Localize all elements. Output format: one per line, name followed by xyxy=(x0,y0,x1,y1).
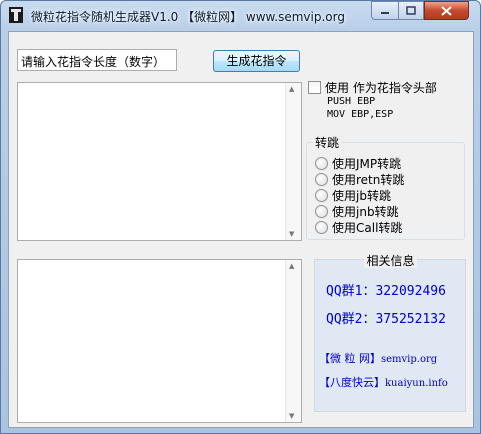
jump-group-label: 转跳 xyxy=(313,134,342,151)
secondary-textarea[interactable]: ▲ ▼ xyxy=(17,259,302,423)
output-scrollbar[interactable]: ▲ ▼ xyxy=(285,83,301,240)
jump-radio-call[interactable]: 使用Call转跳 xyxy=(315,219,402,236)
main-window: 微粒花指令随机生成器V1.0 【微粒网】 www.semvip.org 请输入花… xyxy=(0,0,481,434)
scroll-down-arrow-icon[interactable]: ▼ xyxy=(289,230,294,238)
maximize-button[interactable] xyxy=(398,1,424,20)
radio-label: 使用JMP转跳 xyxy=(332,157,402,171)
jump-radio-retn[interactable]: 使用retn转跳 xyxy=(315,171,404,188)
generate-button[interactable]: 生成花指令 xyxy=(213,50,300,72)
link-tag: 【八度快云】 xyxy=(319,376,385,389)
radio-button[interactable] xyxy=(315,205,328,218)
link-tag: 【微 粒 网】 xyxy=(319,352,381,365)
window-title: 微粒花指令随机生成器V1.0 【微粒网】 www.semvip.org xyxy=(31,10,345,24)
minimize-button[interactable] xyxy=(371,1,398,20)
semvip-link[interactable]: 【微 粒 网】semvip.org xyxy=(319,350,437,366)
jump-radio-jmp[interactable]: 使用JMP转跳 xyxy=(315,155,401,172)
secondary-scrollbar[interactable]: ▲ ▼ xyxy=(285,260,301,422)
code-line: MOV EBP,ESP xyxy=(327,109,394,120)
radio-label: 使用jnb转跳 xyxy=(332,205,399,219)
head-checkbox[interactable] xyxy=(308,81,321,94)
client-area: 请输入花指令长度（数字） 生成花指令 ▲ ▼ 使用 作为花指令头部 PUSH E… xyxy=(8,31,474,428)
app-icon xyxy=(9,7,23,23)
scroll-up-arrow-icon[interactable]: ▲ xyxy=(289,262,294,270)
code-line: PUSH EBP xyxy=(327,96,376,107)
link-site: kuaiyun.info xyxy=(385,378,448,389)
jump-radio-jnb[interactable]: 使用jnb转跳 xyxy=(315,203,399,220)
kuaiyun-link[interactable]: 【八度快云】kuaiyun.info xyxy=(319,374,448,390)
head-option[interactable]: 使用 作为花指令头部 xyxy=(308,79,437,96)
close-button[interactable] xyxy=(424,1,469,20)
radio-button[interactable] xyxy=(315,189,328,202)
length-input[interactable]: 请输入花指令长度（数字） xyxy=(17,49,177,71)
scroll-up-arrow-icon[interactable]: ▲ xyxy=(289,85,294,93)
output-textarea[interactable]: ▲ ▼ xyxy=(17,82,302,241)
info-title: 相关信息 xyxy=(314,252,467,269)
radio-button[interactable] xyxy=(315,157,328,170)
maximize-icon xyxy=(406,6,416,15)
link-site: semvip.org xyxy=(381,354,438,365)
minimize-icon xyxy=(381,11,389,14)
jump-radio-jb[interactable]: 使用jb转跳 xyxy=(315,187,391,204)
head-checkbox-label: 使用 作为花指令头部 xyxy=(325,81,437,95)
qq-group-1: QQ群1：322092496 xyxy=(326,284,446,299)
close-icon xyxy=(441,5,452,16)
radio-label: 使用retn转跳 xyxy=(332,173,405,187)
qq-group-2: QQ群2：375252132 xyxy=(326,312,446,327)
scroll-down-arrow-icon[interactable]: ▼ xyxy=(289,412,294,420)
radio-label: 使用Call转跳 xyxy=(332,221,403,235)
radio-button[interactable] xyxy=(315,221,328,234)
radio-button[interactable] xyxy=(315,173,328,186)
radio-label: 使用jb转跳 xyxy=(332,189,391,203)
title-bar[interactable]: 微粒花指令随机生成器V1.0 【微粒网】 www.semvip.org xyxy=(1,1,480,31)
info-title-text: 相关信息 xyxy=(364,254,417,268)
